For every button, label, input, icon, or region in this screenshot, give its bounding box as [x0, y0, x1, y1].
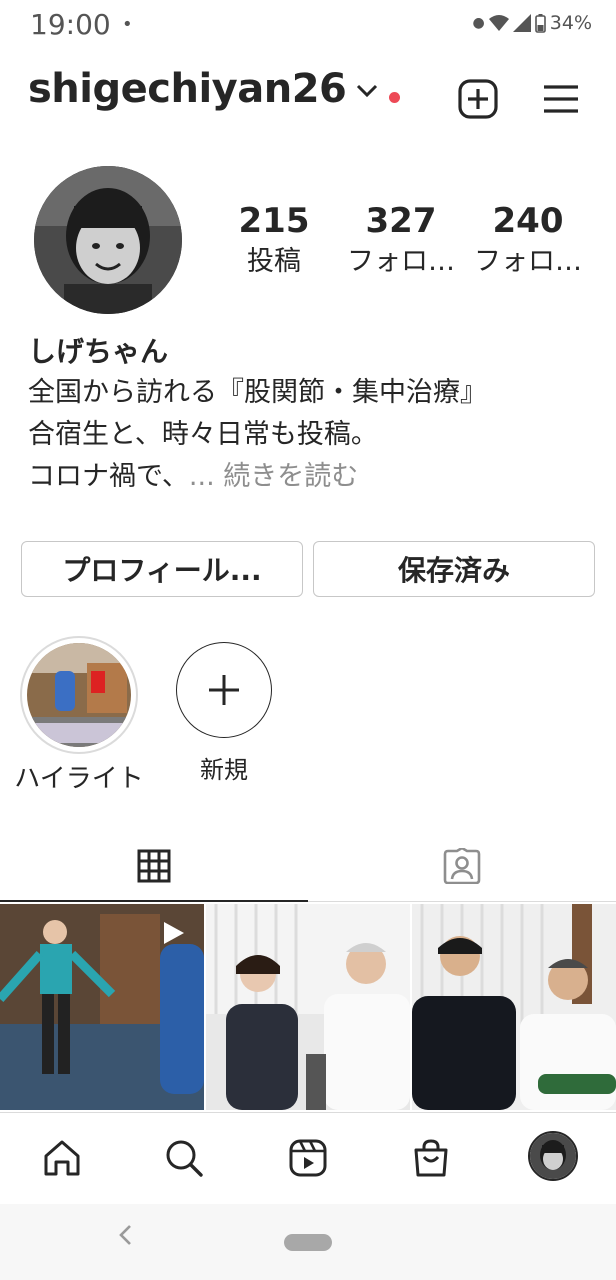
highlight-label: ハイライト	[14, 764, 144, 794]
tab-tagged[interactable]	[308, 830, 616, 902]
tab-posts-grid[interactable]	[0, 830, 308, 902]
post-thumbnail	[0, 904, 204, 1110]
tab-divider	[308, 901, 616, 902]
stat-posts-label: 投稿	[247, 246, 301, 277]
stat-posts[interactable]: 215 投稿	[219, 200, 329, 282]
reels-icon	[289, 1139, 327, 1177]
display-name: しげちゃん	[28, 335, 169, 368]
profile-bio: しげちゃん 全国から訪れる『股関節・集中治療』 合宿生と、時々日常も投稿。 コロ…	[28, 332, 598, 498]
bio-line: 合宿生と、時々日常も投稿。	[28, 419, 378, 450]
menu-icon[interactable]	[542, 83, 580, 115]
signal-icon	[512, 14, 531, 32]
battery-icon	[534, 13, 546, 33]
highlight-cover-image	[27, 643, 131, 747]
stat-followers-number: 327	[365, 201, 437, 241]
grid-post[interactable]	[412, 904, 616, 1110]
bio-line: コロナ禍で、... 続きを読む	[28, 456, 598, 498]
back-icon[interactable]	[118, 1224, 132, 1246]
search-icon	[166, 1140, 203, 1177]
nav-search[interactable]	[159, 1133, 209, 1183]
nav-reels[interactable]	[283, 1133, 333, 1183]
plus-icon	[209, 675, 239, 705]
grid-post[interactable]	[0, 904, 204, 1110]
chevron-down-icon[interactable]	[356, 84, 378, 98]
system-navigation-bar	[0, 1204, 616, 1280]
bio-line: 全国から訪れる『股関節・集中治療』	[28, 377, 487, 408]
tab-active-indicator	[0, 900, 308, 902]
stat-followers[interactable]: 327 フォロ…	[346, 200, 456, 282]
stat-posts-number: 215	[238, 201, 310, 241]
edit-profile-button[interactable]: プロフィール...	[21, 541, 303, 597]
wifi-icon	[488, 15, 509, 31]
notification-badge	[389, 92, 400, 103]
profile-avatar[interactable]	[34, 166, 182, 314]
tagged-icon	[443, 848, 481, 884]
grid-post[interactable]	[206, 904, 410, 1110]
saved-button[interactable]: 保存済み	[313, 541, 595, 597]
post-thumbnail	[412, 904, 616, 1110]
stat-following-number: 240	[492, 201, 564, 241]
new-highlight-button[interactable]	[176, 642, 272, 738]
stat-following-label: フォロ…	[474, 246, 582, 277]
profile-username[interactable]: shigechiyan26	[28, 66, 347, 112]
status-icons: ● 34%	[473, 12, 592, 34]
status-time: 19:00	[30, 8, 111, 41]
nav-shop[interactable]	[406, 1133, 456, 1183]
read-more-link[interactable]: ... 続きを読む	[189, 461, 358, 492]
nav-home[interactable]	[37, 1133, 87, 1183]
stat-following[interactable]: 240 フォロ…	[473, 200, 583, 282]
notification-dot-icon: ●	[472, 15, 485, 31]
bottom-navigation	[0, 1112, 616, 1205]
profile-avatar-thumbnail	[530, 1133, 576, 1179]
shop-icon	[414, 1139, 448, 1177]
grid-icon	[137, 849, 171, 883]
bio-line-text: コロナ禍で、	[28, 461, 189, 492]
status-notification-dot: •	[122, 14, 133, 35]
battery-percent: 34%	[549, 12, 592, 34]
stat-followers-label: フォロ…	[347, 246, 455, 277]
new-post-icon[interactable]	[458, 79, 498, 119]
post-thumbnail	[206, 904, 410, 1110]
home-icon	[44, 1140, 80, 1176]
avatar-photo	[34, 166, 182, 314]
highlight-item[interactable]	[20, 636, 138, 754]
nav-profile-avatar[interactable]	[528, 1131, 578, 1181]
new-highlight-label: 新規	[200, 756, 248, 784]
home-pill[interactable]	[284, 1234, 332, 1251]
